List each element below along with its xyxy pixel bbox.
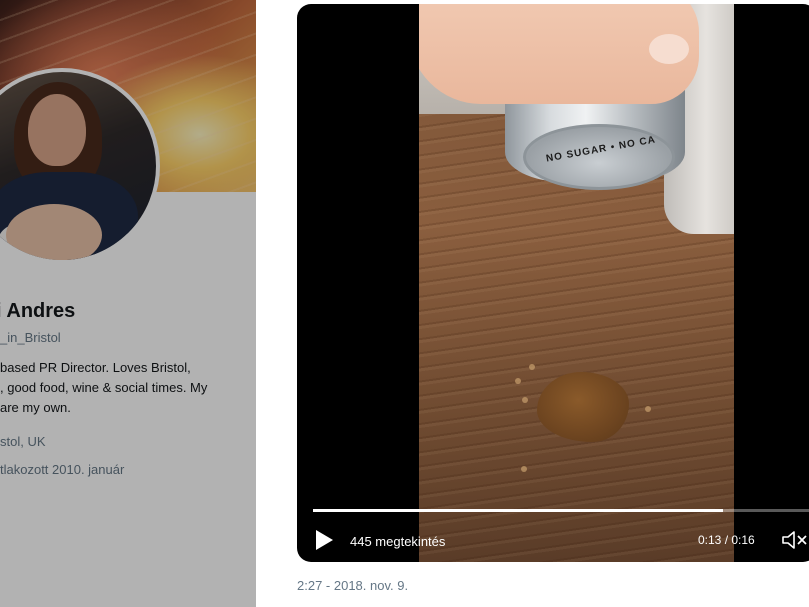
view-count: 445 megtekintés (350, 534, 446, 549)
tweet-timestamp[interactable]: 2:27 - 2018. nov. 9. (297, 578, 408, 593)
liquid-puddle (537, 372, 629, 442)
video-player[interactable]: NO SUGAR • NO CA 445 megtekintés 0:13 / (297, 4, 809, 562)
mute-button[interactable] (781, 529, 809, 551)
modal-backdrop[interactable] (0, 0, 256, 607)
tweet-detail: NO SUGAR • NO CA 445 megtekintés 0:13 / (256, 0, 809, 607)
page: i Andres _in_Bristol based PR Director. … (0, 0, 809, 607)
video-progress-fill (313, 509, 723, 512)
video-progress-bar[interactable] (313, 509, 809, 512)
play-icon (316, 530, 333, 550)
video-frame: NO SUGAR • NO CA (419, 4, 734, 562)
play-button[interactable] (313, 528, 335, 552)
muted-speaker-icon (782, 531, 807, 549)
video-time: 0:13 / 0:16 (698, 533, 755, 547)
